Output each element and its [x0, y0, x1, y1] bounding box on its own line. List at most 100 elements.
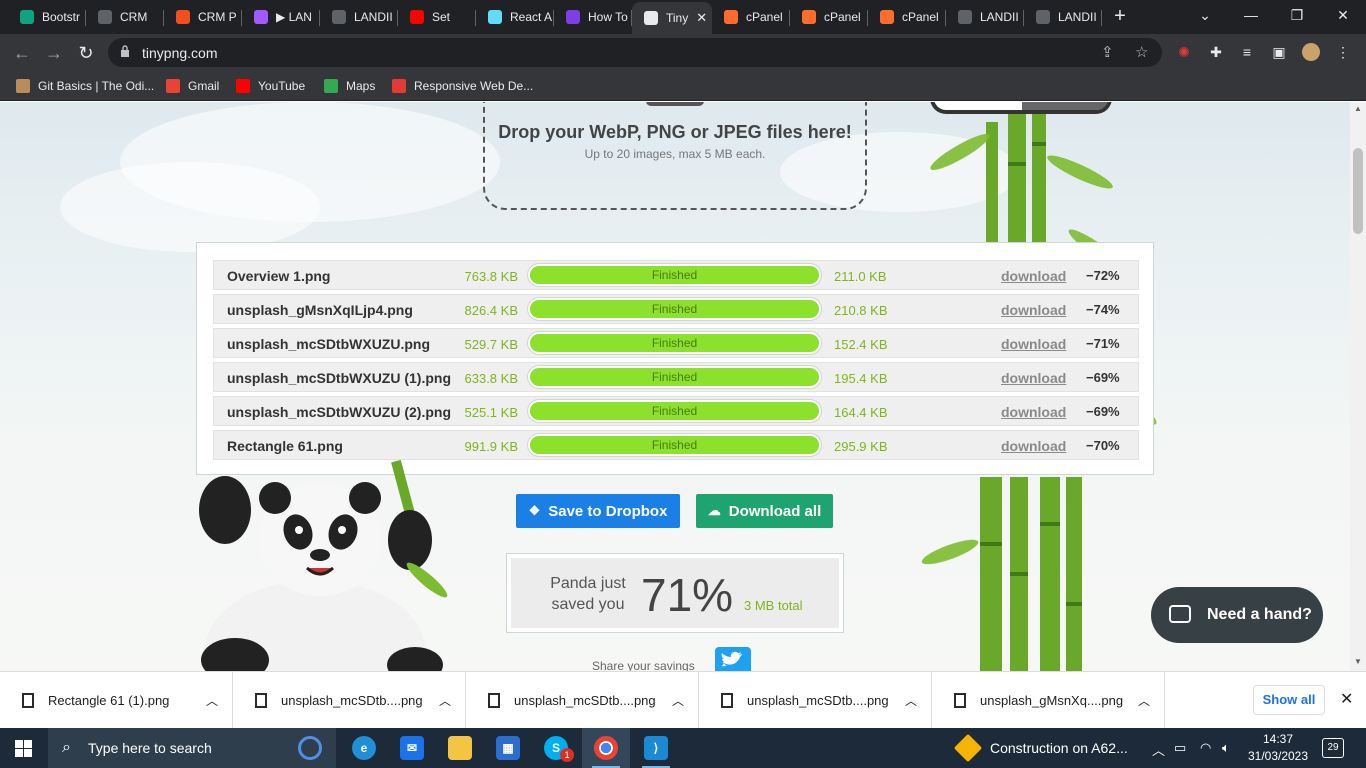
bookmark-favicon-icon	[16, 79, 30, 93]
original-size: 763.8 KB	[464, 269, 519, 284]
taskbar-search-placeholder: Type here to search	[88, 740, 212, 756]
browser-tab[interactable]: cPanel	[712, 4, 790, 30]
forward-arrow-icon[interactable]: →	[41, 40, 67, 66]
tab-title: CRM P	[198, 10, 237, 24]
tab-search-icon[interactable]: ⌄	[1182, 0, 1228, 30]
close-window-button[interactable]: ✕	[1320, 0, 1366, 30]
browser-tab[interactable]: How To	[554, 4, 632, 30]
browser-tab[interactable]: React A	[476, 4, 554, 30]
download-link[interactable]: download	[1001, 404, 1066, 420]
taskbar-vscode[interactable]: ⟩	[632, 728, 680, 768]
taskbar-mail[interactable]: ✉	[388, 728, 436, 768]
download-link[interactable]: download	[1001, 268, 1066, 284]
skype-badge: 1	[560, 748, 574, 762]
bookmark-star-icon[interactable]: ☆	[1135, 43, 1148, 61]
tab-favicon-icon	[566, 10, 580, 24]
progress-bar: Finished	[527, 399, 822, 423]
file-row: unsplash_gMsnXqILjp4.png 826.4 KB Finished…	[213, 294, 1139, 324]
chevron-up-icon[interactable]: ︿	[672, 692, 684, 709]
side-panel-icon[interactable]: ▣	[1270, 43, 1288, 61]
download-item[interactable]: unsplash_gMsnXq....png ︿	[932, 672, 1165, 729]
hidden-icons-chevron-icon[interactable]: ︿	[1152, 740, 1165, 759]
browser-tab[interactable]: LANDII	[946, 4, 1024, 30]
bing-icon[interactable]	[298, 736, 322, 760]
file-row: unsplash_mcSDtbWXUZU.png 529.7 KB Finished…	[213, 328, 1139, 358]
download-item[interactable]: Rectangle 61 (1).png ︿	[0, 672, 233, 729]
chevron-up-icon[interactable]: ︿	[905, 692, 917, 709]
tab-title: Set	[432, 10, 451, 24]
download-item[interactable]: unsplash_mcSDtb....png ︿	[466, 672, 699, 729]
chevron-up-icon[interactable]: ︿	[1138, 692, 1150, 709]
browser-tab[interactable]: Bootstr	[8, 4, 86, 30]
bookmark-item[interactable]: Responsive Web De...	[392, 77, 533, 95]
taskbar-chrome[interactable]	[582, 728, 630, 768]
download-item[interactable]: unsplash_mcSDtb....png ︿	[699, 672, 932, 729]
browser-tab[interactable]: cPanel	[790, 4, 868, 30]
menu-kebab-icon[interactable]: ⋮	[1334, 43, 1352, 61]
chevron-up-icon[interactable]: ︿	[206, 692, 218, 709]
weather-news-widget[interactable]: Construction on A62...	[953, 733, 1128, 763]
close-downloads-icon[interactable]: ✕	[1340, 689, 1353, 709]
profile-avatar[interactable]	[1302, 43, 1320, 61]
download-link[interactable]: download	[1001, 438, 1066, 454]
taskbar-edge[interactable]: e	[340, 728, 388, 768]
scrollbar-thumb[interactable]	[1353, 148, 1363, 234]
save-to-dropbox-button[interactable]: ❖ Save to Dropbox	[516, 494, 680, 528]
download-all-button[interactable]: ☁ Download all	[696, 494, 833, 528]
browser-tab[interactable]: LANDII	[1024, 4, 1102, 30]
system-clock[interactable]: 14:37 31/03/2023	[1245, 731, 1311, 765]
windows-start-icon[interactable]	[15, 740, 32, 757]
scroll-up-arrow-icon[interactable]: ▲	[1350, 104, 1366, 113]
download-item[interactable]: unsplash_mcSDtb....png ︿	[233, 672, 466, 729]
download-filename: unsplash_gMsnXq....png	[980, 693, 1124, 708]
scroll-down-arrow-icon[interactable]: ▼	[1350, 657, 1366, 666]
bookmark-item[interactable]: Git Basics | The Odi...	[16, 77, 154, 95]
download-link[interactable]: download	[1001, 370, 1066, 386]
original-size: 991.9 KB	[464, 439, 519, 454]
taskbar-search-box[interactable]: ⌕ Type here to search	[48, 728, 336, 768]
browser-tab[interactable]: Tiny ✕	[632, 2, 712, 34]
dropzone[interactable]: Drop your WebP, PNG or JPEG files here! …	[483, 102, 867, 210]
browser-tab[interactable]: Set	[398, 4, 476, 30]
media-control-icon[interactable]: ≡	[1238, 43, 1256, 61]
chevron-up-icon[interactable]: ︿	[439, 692, 451, 709]
browser-tab[interactable]: LANDII	[320, 4, 398, 30]
browser-tab[interactable]: CRM P	[164, 4, 242, 30]
bookmark-item[interactable]: YouTube	[236, 77, 305, 95]
tab-title: cPanel	[902, 10, 939, 24]
share-icon[interactable]: ⇪	[1101, 43, 1114, 61]
reload-icon[interactable]: ↻	[73, 40, 99, 66]
store-icon: ▦	[496, 736, 520, 760]
download-link[interactable]: download	[1001, 302, 1066, 318]
close-tab-icon[interactable]: ✕	[696, 10, 707, 26]
show-all-downloads-button[interactable]: Show all	[1253, 685, 1325, 715]
browser-tab[interactable]: ▶ LAN	[242, 4, 320, 30]
format-toggle[interactable]	[930, 102, 1112, 114]
taskbar-store[interactable]: ▦	[484, 728, 532, 768]
tab-favicon-icon	[1036, 10, 1050, 24]
minimize-button[interactable]: —	[1228, 0, 1274, 30]
extension-icon[interactable]: ✺	[1175, 43, 1193, 61]
savings-percent: 71%	[641, 569, 734, 621]
bookmark-item[interactable]: Gmail	[166, 77, 219, 95]
bookmark-item[interactable]: Maps	[324, 77, 375, 95]
dropzone-title: Drop your WebP, PNG or JPEG files here!	[498, 122, 852, 142]
taskbar-skype[interactable]: S 1	[532, 728, 580, 768]
puzzle-icon[interactable]: ✚	[1207, 43, 1225, 61]
address-bar[interactable]: tinypng.com ⇪ ☆	[108, 38, 1162, 67]
battery-icon[interactable]: ▭	[1174, 740, 1186, 756]
volume-icon[interactable]: 🔈︎	[1222, 740, 1230, 756]
taskbar-explorer[interactable]	[436, 728, 484, 768]
help-chat-button[interactable]: Need a hand?	[1151, 587, 1323, 643]
back-arrow-icon[interactable]: ←	[9, 40, 35, 66]
new-tab-button[interactable]: +	[1108, 4, 1132, 28]
page-scrollbar[interactable]: ▲ ▼	[1350, 102, 1366, 671]
restore-button[interactable]: ❐	[1274, 0, 1320, 30]
wifi-icon[interactable]: ◠	[1200, 740, 1211, 756]
file-row: Rectangle 61.png 991.9 KB Finished 295.9 KB…	[213, 430, 1139, 460]
notification-center-icon[interactable]: 29	[1322, 738, 1344, 758]
browser-tab[interactable]: cPanel	[868, 4, 946, 30]
twitter-share-button[interactable]	[715, 647, 751, 671]
browser-tab[interactable]: CRM	[86, 4, 164, 30]
download-link[interactable]: download	[1001, 336, 1066, 352]
